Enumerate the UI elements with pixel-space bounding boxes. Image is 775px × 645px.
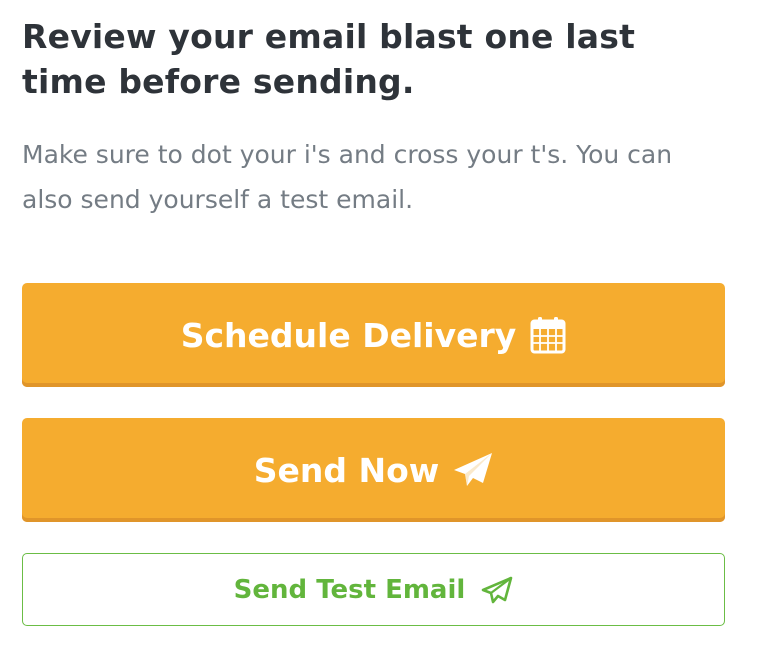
send-test-email-label: Send Test Email <box>233 574 466 605</box>
send-now-button[interactable]: Send Now <box>22 418 725 522</box>
calendar-icon <box>530 316 566 354</box>
paper-plane-icon <box>453 452 493 488</box>
send-test-email-button[interactable]: Send Test Email <box>22 553 725 626</box>
send-now-label: Send Now <box>253 450 440 490</box>
schedule-delivery-button[interactable]: Schedule Delivery <box>22 283 725 387</box>
page-title: Review your email blast one last time be… <box>22 17 636 101</box>
schedule-delivery-label: Schedule Delivery <box>180 315 517 355</box>
paper-plane-outline-icon <box>481 576 513 604</box>
send-review-panel: Review your email blast one last time be… <box>22 14 725 626</box>
page-subtitle: Make sure to dot your i's and cross your… <box>22 140 673 214</box>
